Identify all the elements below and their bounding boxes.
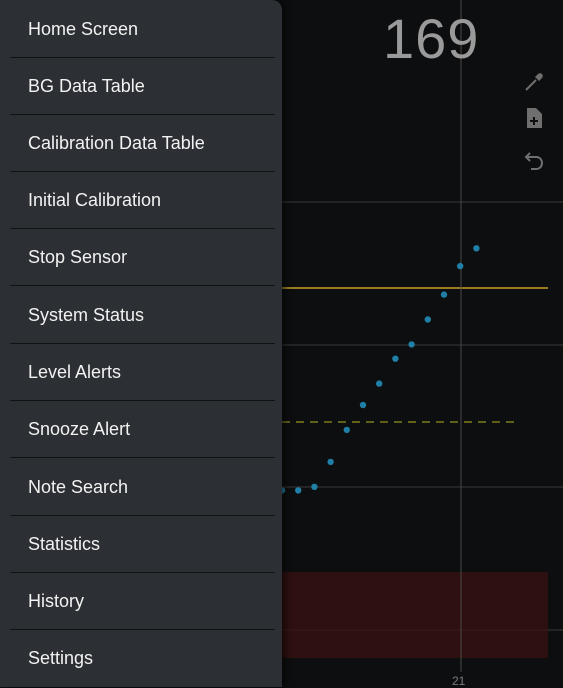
menu-item-label: Settings [28,648,94,668]
bg-points [278,245,480,494]
bg-point [343,426,350,434]
menu-item-system-status[interactable]: System Status [10,287,275,344]
menu-item-snooze-alert[interactable]: Snooze Alert [10,401,275,458]
chart-grid [282,201,563,631]
menu-item-label: Initial Calibration [28,190,162,210]
menu-item-initial-calibration[interactable]: Initial Calibration [10,172,275,229]
bg-point [327,458,334,466]
x-tick-label: 21 [452,674,466,688]
menu-item-calibration-data-table[interactable]: Calibration Data Table [10,115,275,172]
bg-point [408,341,415,348]
bg-point [311,483,318,490]
menu-item-level-alerts[interactable]: Level Alerts [10,344,275,401]
menu-item-stop-sensor[interactable]: Stop Sensor [10,229,275,286]
bg-point [359,401,367,409]
menu-item-label: Statistics [28,534,101,554]
bg-point [457,262,464,270]
bg-point [376,380,383,387]
bg-value: 169 [383,7,480,70]
menu-item-statistics[interactable]: Statistics [10,516,275,573]
eyedropper-icon[interactable] [522,70,546,94]
menu-item-label: Home Screen [28,19,139,39]
navigation-drawer: Home Screen BG Data Table Calibration Da… [0,0,282,687]
bg-point [473,245,480,252]
menu-item-settings[interactable]: Settings [10,630,275,687]
menu-item-bg-data-table[interactable]: BG Data Table [10,58,275,115]
menu-item-label: Snooze Alert [28,419,131,439]
menu-item-label: Level Alerts [28,362,122,382]
menu-item-label: Note Search [28,477,129,497]
menu-item-label: System Status [28,305,145,325]
bg-point [295,487,302,494]
menu-item-label: History [28,591,85,611]
menu-item-label: Calibration Data Table [28,133,205,153]
menu-item-history[interactable]: History [10,573,275,630]
undo-icon[interactable] [522,148,546,172]
menu-item-home-screen[interactable]: Home Screen [10,1,275,58]
note-add-icon[interactable] [522,106,546,130]
menu-item-label: BG Data Table [28,76,145,96]
menu-item-note-search[interactable]: Note Search [10,459,275,516]
bg-point [424,316,431,323]
low-zone [282,572,548,658]
menu-item-label: Stop Sensor [28,247,128,267]
bg-point [440,291,448,298]
bg-point [392,355,399,362]
